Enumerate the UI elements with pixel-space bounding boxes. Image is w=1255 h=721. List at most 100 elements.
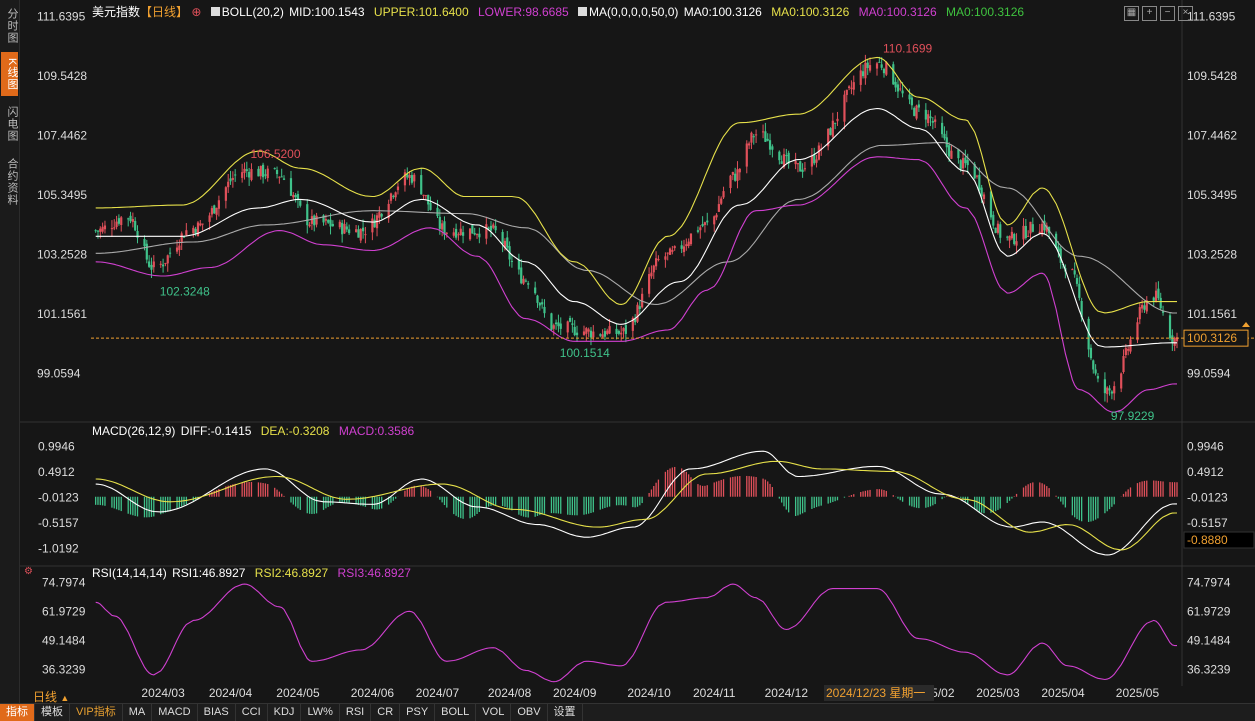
indicator-tab-7[interactable]: KDJ: [268, 704, 302, 721]
plus-circle-icon[interactable]: ⊕: [191, 5, 201, 19]
candle-body-178: [671, 249, 674, 252]
candle-body-261: [943, 133, 946, 139]
candle-body-66: [308, 224, 311, 227]
candle-body-231: [845, 89, 848, 95]
candle-body-269: [966, 160, 969, 166]
indicator-tab-5[interactable]: BIAS: [198, 704, 236, 721]
candle-body-10: [127, 218, 130, 220]
candle-body-27: [180, 233, 183, 243]
candle-body-332: [1173, 337, 1176, 346]
candle-body-50: [257, 168, 260, 177]
candle-body-59: [282, 178, 286, 180]
candle-body-320: [1136, 322, 1139, 341]
indicator-tab-1[interactable]: 模板: [35, 704, 70, 721]
candle-body-75: [338, 221, 341, 228]
candle-body-242: [880, 64, 883, 68]
indicator-tab-8[interactable]: LW%: [301, 704, 340, 721]
candle-body-194: [722, 191, 725, 198]
candle-body-185: [696, 230, 700, 232]
candle-body-53: [264, 174, 267, 176]
macd-label: MACD(26,12,9): [92, 424, 176, 438]
rsi-label: RSI(14,14,14): [92, 566, 167, 580]
candle-body-15: [143, 239, 146, 247]
boll-lower-line: [95, 156, 1177, 413]
candle-body-98: [410, 175, 414, 183]
indicator-tab-11[interactable]: PSY: [400, 704, 436, 721]
period-label: 【日线】: [140, 5, 189, 19]
indicator-tab-4[interactable]: MACD: [152, 704, 198, 721]
candle-body-203: [752, 136, 755, 138]
candle-body-20: [159, 263, 162, 265]
candle-body-25: [175, 247, 179, 252]
candle-body-148: [573, 326, 576, 336]
kline-chart[interactable]: 100.3126 110.1699 106.5200 102.3248 100.1514…: [0, 0, 1255, 703]
indicator-tab-0[interactable]: 指标: [0, 704, 35, 721]
grid-icon[interactable]: ▦: [1124, 6, 1139, 21]
x-cursor-label: 2024/12/23 星期一: [826, 686, 925, 700]
candle-body-112: [457, 234, 460, 236]
candle-body-176: [666, 252, 669, 254]
candle-body-238: [866, 62, 869, 69]
crosshair-icon[interactable]: +: [1142, 6, 1157, 21]
candle-body-182: [685, 244, 688, 247]
candle-body-131: [520, 267, 523, 284]
candle-body-124: [494, 225, 497, 231]
indicator-tab-3[interactable]: MA: [123, 704, 153, 721]
candle-body-272: [978, 174, 981, 190]
candle-body-302: [1075, 277, 1079, 284]
candle-body-129: [510, 260, 514, 262]
candle-body-254: [917, 104, 920, 108]
candle-body-85: [371, 218, 374, 233]
candle-body-76: [341, 222, 344, 235]
main-right-tick-2: 107.4462: [1187, 129, 1237, 143]
indicator-tab-2[interactable]: VIP指标: [70, 704, 123, 721]
candle-body-117: [473, 233, 476, 235]
boll-lower: LOWER:98.6685: [477, 5, 569, 19]
indicator-bar: 指标 模板 VIP指标 MA MACD BIAS CCI KDJ LW% RSI CR PSY BOLL…: [0, 703, 1255, 721]
indicator-tab-9[interactable]: RSI: [340, 704, 372, 721]
macd-dea-line: [95, 460, 1177, 551]
main-right-tick-4: 103.2528: [1187, 248, 1237, 262]
annotation-low_2024_08: 100.1514: [560, 346, 610, 360]
minus-icon[interactable]: −: [1160, 6, 1175, 21]
indicator-tab-10[interactable]: CR: [371, 704, 401, 721]
candle-body-16: [145, 243, 148, 260]
candle-body-196: [731, 171, 734, 175]
candle-body-314: [1113, 386, 1116, 394]
candle-body-313: [1110, 391, 1113, 394]
candle-body-111: [455, 228, 458, 238]
indicator-tab-14[interactable]: OBV: [511, 704, 548, 721]
candle-body-171: [650, 272, 653, 277]
candle-body-258: [931, 120, 934, 123]
candle-body-311: [1106, 387, 1109, 395]
candle-body-284: [1015, 241, 1018, 246]
rsi-settings-icon[interactable]: ⚙: [24, 566, 33, 577]
indicator-tab-12[interactable]: BOLL: [435, 704, 477, 721]
candle-body-115: [468, 228, 472, 240]
macd-header: MACD(26,12,9) DIFF:-0.1415 DEA:-0.3208 M…: [92, 424, 420, 438]
indicator-tab-13[interactable]: VOL: [476, 704, 512, 721]
annotation-low_2025_04: 97.9229: [1111, 409, 1155, 423]
candle-body-308: [1094, 369, 1097, 374]
candle-body-56: [275, 169, 279, 175]
indicator-tab-6[interactable]: CCI: [236, 704, 268, 721]
candle-body-199: [738, 168, 741, 173]
candle-body-51: [259, 165, 262, 177]
candle-body-180: [680, 245, 683, 249]
candle-body-179: [673, 246, 676, 249]
candle-body-35: [208, 215, 211, 222]
candle-body-267: [961, 158, 965, 169]
indicator-tab-15[interactable]: 设置: [548, 704, 583, 721]
x-tick-11: 2025/03: [976, 686, 1020, 700]
close-icon[interactable]: ×: [1178, 6, 1193, 21]
candle-body-237: [864, 62, 867, 79]
candle-body-62: [294, 194, 297, 198]
candle-body-249: [901, 90, 904, 94]
candle-body-153: [589, 330, 593, 338]
candle-body-184: [689, 233, 693, 245]
candle-body-230: [843, 94, 846, 122]
candle-body-285: [1022, 225, 1025, 240]
candle-body-226: [829, 128, 832, 135]
macd-value: MACD:0.3586: [338, 424, 415, 438]
macd-diff: DIFF:-0.1415: [180, 424, 252, 438]
